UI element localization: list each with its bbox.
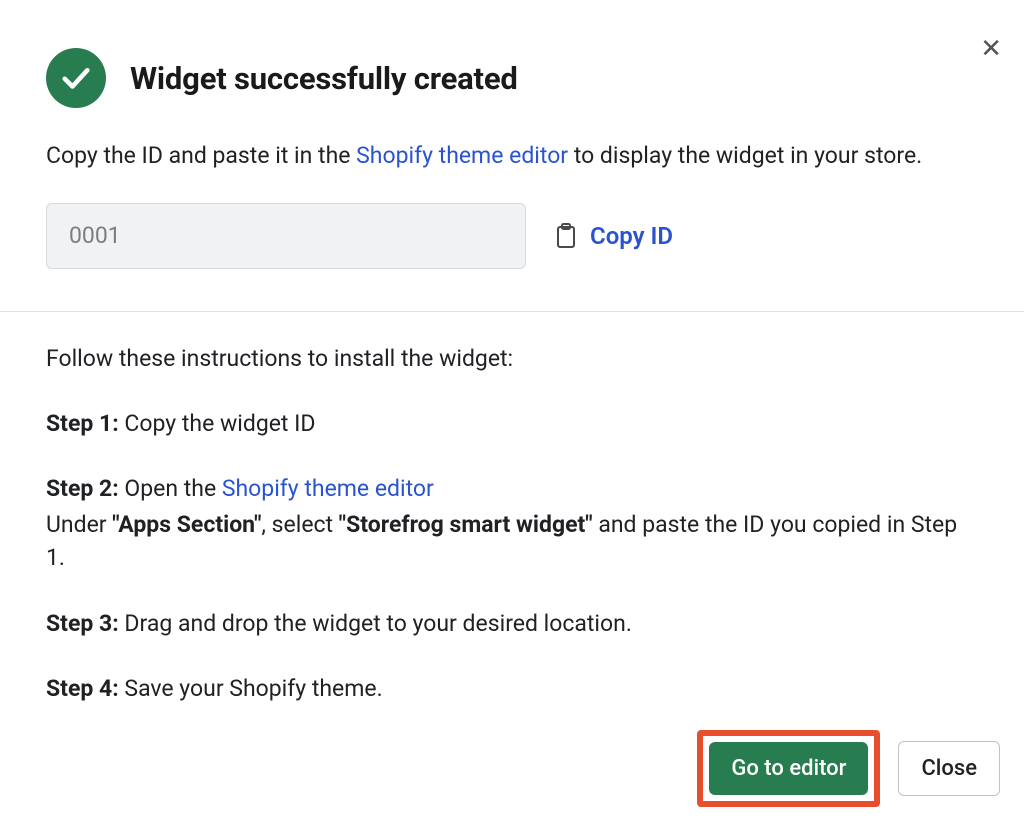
success-check-icon bbox=[46, 48, 106, 108]
modal-lead-text: Copy the ID and paste it in the Shopify … bbox=[46, 138, 978, 175]
instructions-intro: Follow these instructions to install the… bbox=[46, 342, 978, 375]
success-modal: ✕ Widget successfully created Copy the I… bbox=[0, 0, 1024, 705]
close-button[interactable]: Close bbox=[898, 741, 1000, 796]
step-2-label: Step 2: bbox=[46, 475, 119, 502]
step-2-under: Under bbox=[46, 511, 112, 538]
shopify-theme-editor-link[interactable]: Shopify theme editor bbox=[356, 142, 568, 169]
modal-footer: Go to editor Close bbox=[697, 730, 1000, 807]
widget-id-input[interactable] bbox=[46, 203, 526, 269]
step-1: Step 1: Copy the widget ID bbox=[46, 407, 978, 440]
step-4-text: Save your Shopify theme. bbox=[119, 675, 383, 702]
step-1-label: Step 1: bbox=[46, 410, 119, 437]
go-to-editor-button[interactable]: Go to editor bbox=[709, 742, 868, 795]
lead-after: to display the widget in your store. bbox=[568, 142, 922, 169]
modal-header: Widget successfully created bbox=[46, 48, 978, 108]
step-2-apps-section: "Apps Section" bbox=[112, 511, 261, 538]
step-3-label: Step 3: bbox=[46, 610, 119, 637]
modal-title: Widget successfully created bbox=[130, 60, 518, 97]
widget-id-row: Copy ID bbox=[46, 203, 978, 269]
close-icon[interactable]: ✕ bbox=[980, 36, 1002, 62]
step-2-before-link: Open the bbox=[119, 475, 222, 502]
copy-id-button[interactable]: Copy ID bbox=[554, 222, 673, 250]
step-3-text: Drag and drop the widget to your desired… bbox=[119, 610, 632, 637]
go-to-editor-highlight: Go to editor bbox=[697, 730, 880, 807]
lead-before: Copy the ID and paste it in the bbox=[46, 142, 356, 169]
step-4-label: Step 4: bbox=[46, 675, 119, 702]
step-3: Step 3: Drag and drop the widget to your… bbox=[46, 607, 978, 640]
step-2-storefrog: "Storefrog smart widget" bbox=[339, 511, 593, 538]
step-2: Step 2: Open the Shopify theme editor Un… bbox=[46, 472, 978, 574]
step-2-shopify-link[interactable]: Shopify theme editor bbox=[222, 475, 434, 502]
clipboard-icon bbox=[554, 222, 578, 250]
copy-id-label: Copy ID bbox=[590, 222, 673, 250]
step-4: Step 4: Save your Shopify theme. bbox=[46, 672, 978, 705]
step-1-text: Copy the widget ID bbox=[119, 410, 316, 437]
step-2-mid: , select bbox=[261, 511, 338, 538]
instructions-block: Follow these instructions to install the… bbox=[46, 312, 978, 705]
